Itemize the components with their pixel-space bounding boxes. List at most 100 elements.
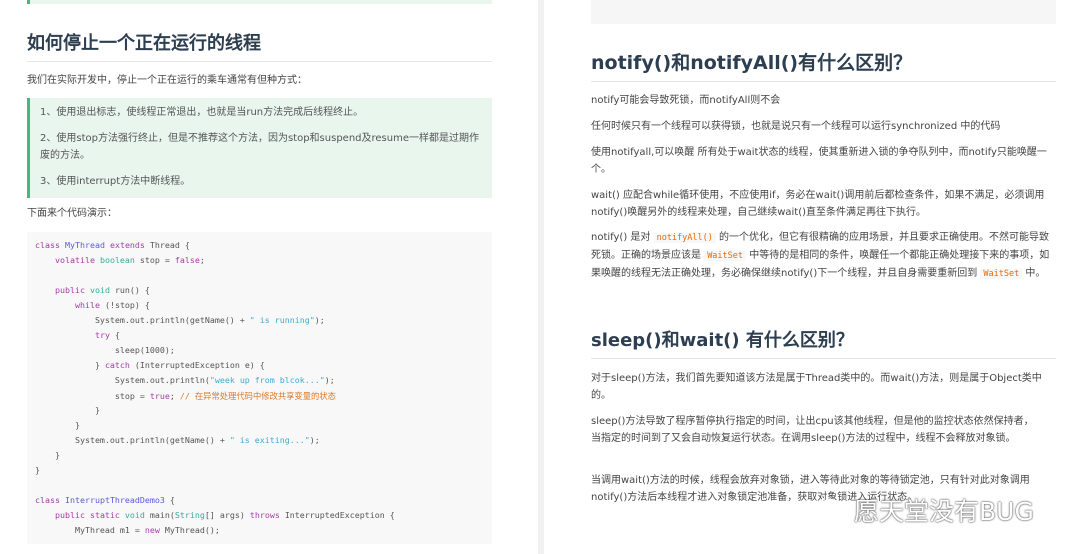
code-token: InterruptThreadDemo3: [64, 495, 170, 505]
code-token: sleep(1000);: [35, 345, 175, 355]
previous-code-block: [591, 0, 1056, 24]
code-token: " is running": [249, 315, 315, 325]
watermark-text: 愿天堂没有BUG: [854, 497, 1034, 526]
inline-code: WaitSet: [980, 269, 1023, 279]
code-token: throws: [249, 510, 285, 520]
code-token: class: [35, 240, 65, 250]
code-token: false: [174, 255, 200, 265]
code-token: System.out.println(getName() +: [35, 315, 250, 325]
code-token: volatile: [54, 255, 100, 265]
text: notify() 是对: [591, 232, 654, 243]
code-token: (!stop) {: [104, 300, 150, 310]
paragraph: 使用notifyall,可以唤醒 所有处于wait状态的线程，使其重新进入锁的争…: [591, 147, 1047, 175]
code-token: public: [54, 285, 90, 295]
code-token: );: [324, 375, 335, 385]
code-token: }: [35, 420, 80, 430]
code-token: Thread {: [149, 240, 190, 250]
code-token: void: [89, 285, 115, 295]
code-token: MyThread();: [164, 525, 220, 535]
code-token: try: [94, 330, 115, 340]
section-heading-sleep-wait: sleep()和wait() 有什么区别？: [591, 330, 854, 351]
code-token: ;: [169, 391, 180, 401]
code-token: "week up from blcok...": [209, 375, 325, 385]
code-token: }: [35, 405, 100, 415]
code-token: main(: [149, 510, 175, 520]
code-token: }: [35, 360, 105, 370]
heading-rule: [591, 81, 1056, 82]
code-token: {: [114, 330, 120, 340]
inline-code: notifyAll(): [653, 233, 716, 243]
section-heading-stop-thread: 如何停止一个正在运行的线程: [27, 33, 261, 54]
code-token: run() {: [114, 285, 150, 295]
code-line: System.out.println(getName() + " is runn…: [35, 315, 325, 325]
code-line: }: [35, 405, 100, 415]
code-line: System.out.println(getName() + " is exit…: [35, 435, 320, 445]
code-token: stop =: [35, 391, 150, 401]
code-token: (InterruptedException e) {: [134, 360, 265, 370]
left-page: 如何停止一个正在运行的线程 我们在实际开发中，停止一个正在运行的乘车通常有但种方…: [0, 0, 538, 554]
code-line: class InterruptThreadDemo3 {: [35, 495, 175, 505]
code-token: " is exiting...": [229, 435, 310, 445]
code-token: stop =: [139, 255, 175, 265]
inline-code: WaitSet: [704, 251, 747, 261]
code-line: try {: [35, 330, 120, 340]
code-line: while (!stop) {: [35, 300, 150, 310]
code-line: }: [35, 450, 60, 460]
code-token: class: [35, 495, 65, 505]
quote-item: 2、使用stop方法强行终止，但是不推荐这个方法，因为stop和suspend及…: [40, 133, 479, 161]
code-token: new: [144, 525, 165, 535]
methods-blockquote: 1、使用退出标志，使线程正常退出，也就是当run方法完成后线程终止。 2、使用s…: [27, 98, 492, 198]
code-line: MyThread m1 = new MyThread();: [35, 525, 220, 535]
code-line: }: [35, 465, 40, 475]
code-token: while: [74, 300, 105, 310]
quote-item: 1、使用退出标志，使线程正常退出，也就是当run方法完成后线程终止。: [40, 107, 364, 118]
code-line: class MyThread extends Thread {: [35, 240, 190, 250]
code-line: System.out.println("week up from blcok..…: [35, 375, 335, 385]
code-token: }: [35, 450, 60, 460]
code-token: System.out.println(getName() +: [35, 435, 230, 445]
paragraph: 任何时候只有一个线程可以获得锁，也就是说只有一个线程可以运行synchroniz…: [591, 121, 1001, 132]
paragraph: sleep()方法导致了程序暂停执行指定的时间，让出cpu该其他线程，但是他的监…: [591, 416, 1034, 444]
code-line: sleep(1000);: [35, 345, 175, 355]
code-token: );: [309, 435, 320, 445]
right-page: notify()和notifyAll()有什么区别？ notify可能会导致死锁…: [544, 0, 1080, 554]
code-token: extends: [109, 240, 150, 250]
intro-text: 我们在实际开发中，停止一个正在运行的乘车通常有但种方式：: [27, 75, 307, 86]
code-token: catch: [104, 360, 135, 370]
code-line: volatile boolean stop = false;: [35, 255, 205, 265]
text: 中。: [1022, 268, 1046, 279]
watermark: 愿天堂没有BUG: [818, 492, 1034, 528]
paragraph: notify可能会导致死锁，而notifyAll则不会: [591, 95, 781, 106]
paragraph: 对于sleep()方法，我们首先要知道该方法是属于Thread类中的。而wait…: [591, 373, 1042, 401]
code-token: InterruptedException {: [284, 510, 395, 520]
heading-rule: [27, 61, 492, 62]
section-heading-notify: notify()和notifyAll()有什么区别？: [591, 52, 913, 74]
code-token: [] args): [204, 510, 250, 520]
wechat-icon: [819, 499, 846, 521]
code-token: public static: [54, 510, 125, 520]
code-line: }: [35, 420, 80, 430]
code-token: String: [174, 510, 205, 520]
previous-quote-block: [27, 0, 492, 4]
code-line: public static void main(String[] args) t…: [35, 510, 395, 520]
code-token: void: [124, 510, 150, 520]
code-line: stop = true; // 在异常处理代码中修改共享变量的状态: [35, 390, 336, 402]
code-token: System.out.println(: [35, 375, 210, 385]
paragraph: wait() 应配合while循环使用，不应使用if，务必在wait()调用前后…: [591, 190, 1045, 218]
code-token: {: [169, 495, 175, 505]
code-token: ;: [199, 255, 205, 265]
code-token: MyThread m1 =: [35, 525, 145, 535]
code-line: public void run() {: [35, 285, 150, 295]
code-token: MyThread: [64, 240, 110, 250]
code-block: class MyThread extends Thread { volatile…: [27, 232, 492, 544]
code-token: // 在异常处理代码中修改共享变量的状态: [179, 391, 336, 401]
code-token: boolean: [99, 255, 140, 265]
paragraph: notify() 是对 notifyAll() 的一个优化，但它有很精确的应用场…: [591, 229, 1056, 283]
quote-item: 3、使用interrupt方法中断线程。: [40, 176, 191, 187]
code-token: );: [314, 315, 325, 325]
